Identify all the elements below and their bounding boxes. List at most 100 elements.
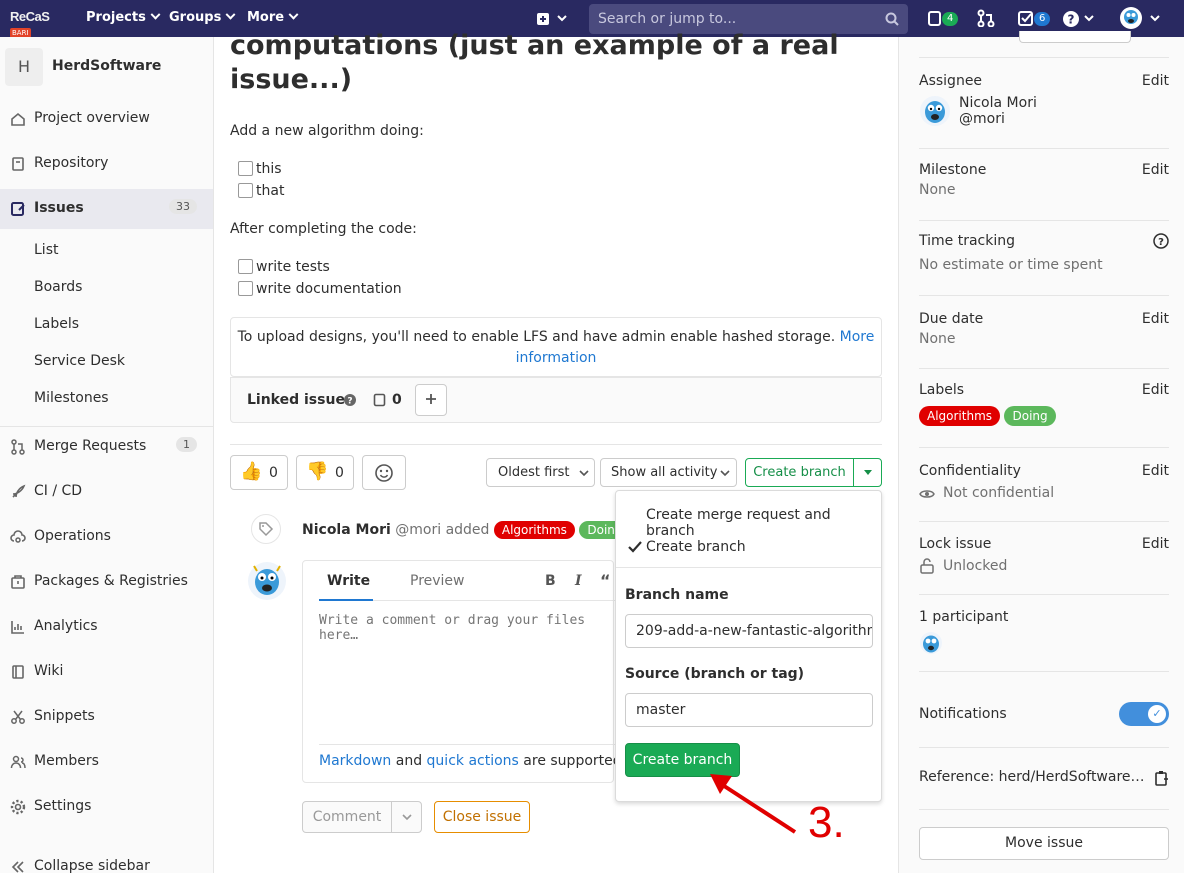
todos-shortcut[interactable]: 6 [1018, 9, 1051, 29]
sidebar-item-repository[interactable]: Repository [0, 144, 213, 184]
sidebar-item-wiki[interactable]: Wiki [0, 652, 213, 692]
sidebar-item-merge-requests[interactable]: Merge Requests 1 [0, 427, 213, 467]
tab-preview[interactable]: Preview [410, 573, 465, 589]
new-item-dropdown[interactable] [536, 9, 570, 29]
close-issue-button[interactable]: Close issue [434, 801, 530, 833]
user-menu[interactable] [1119, 6, 1163, 29]
collapse-sidebar-button[interactable]: Collapse sidebar [0, 847, 213, 887]
sidebar-item-label: Snippets [34, 708, 95, 724]
notifications-toggle[interactable]: ✓ [1119, 702, 1169, 726]
bold-icon[interactable]: B [545, 573, 556, 589]
label-badge-doing[interactable]: Doing [1004, 406, 1056, 426]
sidebar-subitem-milestones[interactable]: Milestones [34, 390, 109, 406]
sidebar-item-analytics[interactable]: Analytics [0, 607, 213, 647]
task-checkbox[interactable] [238, 281, 253, 296]
sidebar-item-label: Packages & Registries [34, 573, 188, 589]
issues-icon [928, 11, 941, 26]
create-branch-dropdown: Create merge request and branch Create b… [615, 490, 882, 802]
participant-avatar[interactable] [919, 631, 943, 655]
assignee-avatar[interactable] [919, 95, 951, 127]
quote-icon[interactable]: “ [600, 571, 611, 590]
source-input[interactable] [625, 693, 873, 727]
sidebar-item-members[interactable]: Members [0, 742, 213, 782]
milestone-edit-link[interactable]: Edit [1142, 162, 1169, 178]
option-create-mr-and-branch[interactable]: Create merge request and branch [646, 507, 881, 539]
tab-write[interactable]: Write [327, 573, 370, 589]
markdown-link[interactable]: Markdown [319, 753, 391, 769]
note-author[interactable]: Nicola Mori [302, 522, 391, 538]
task-checkbox[interactable] [238, 161, 253, 176]
sidebar-separator [919, 747, 1169, 748]
label-badge-algorithms[interactable]: Algorithms [919, 406, 1001, 426]
label-badge-algorithms[interactable]: Algorithms [493, 521, 575, 539]
help-menu[interactable]: ? [1063, 9, 1099, 29]
sidebar-item-project-overview[interactable]: Project overview [0, 99, 213, 139]
sidebar-separator [919, 447, 1169, 448]
lock-issue-block: Lock issue Edit Unlocked [919, 536, 1169, 574]
sidebar-separator [919, 220, 1169, 221]
assignee-name[interactable]: Nicola Mori [959, 95, 1037, 111]
thumbs-down-button[interactable]: 👎 0 [296, 455, 354, 490]
add-reaction-button[interactable] [362, 455, 406, 490]
lock-issue-edit-link[interactable]: Edit [1142, 536, 1169, 552]
dropdown-divider [616, 567, 881, 568]
move-issue-button[interactable]: Move issue [919, 827, 1169, 860]
design-upload-notice: To upload designs, you'll need to enable… [230, 317, 882, 377]
activity-filter-dropdown[interactable]: Show all activity [600, 458, 737, 487]
issue-title: computations (just an example of a real i… [230, 30, 839, 95]
top-action-button[interactable] [1019, 31, 1131, 43]
due-date-edit-link[interactable]: Edit [1142, 311, 1169, 327]
project-avatar[interactable]: H [5, 48, 43, 86]
issues-icon [11, 202, 25, 216]
comment-type-toggle[interactable] [391, 801, 422, 833]
labels-edit-link[interactable]: Edit [1142, 382, 1169, 398]
merge-requests-shortcut[interactable] [977, 9, 995, 29]
assignee-edit-link[interactable]: Edit [1142, 73, 1169, 89]
nav-more[interactable]: More [247, 9, 299, 25]
sidebar-item-snippets[interactable]: Snippets [0, 697, 213, 737]
nav-projects[interactable]: Projects [86, 9, 161, 25]
sidebar-separator [919, 594, 1169, 595]
sidebar-subitem-service-desk[interactable]: Service Desk [34, 353, 125, 369]
create-branch-button[interactable]: Create branch [745, 458, 854, 487]
sidebar-subitem-labels[interactable]: Labels [34, 316, 79, 332]
sort-dropdown[interactable]: Oldest first [486, 458, 595, 487]
question-circle-icon[interactable]: ? [1153, 233, 1169, 249]
project-name[interactable]: HerdSoftware [52, 58, 161, 74]
add-linked-issue-button[interactable] [415, 384, 447, 416]
due-date-title: Due date [919, 311, 984, 327]
merge-requests-count-pill: 1 [176, 437, 197, 452]
sidebar-item-packages-registries[interactable]: Packages & Registries [0, 562, 213, 602]
quick-actions-link[interactable]: quick actions [427, 753, 519, 769]
comment-textarea[interactable] [319, 613, 613, 743]
italic-icon[interactable]: I [575, 573, 582, 589]
sidebar-item-label: Wiki [34, 663, 64, 679]
sidebar-item-ci-cd[interactable]: CI / CD [0, 472, 213, 512]
thumbs-up-button[interactable]: 👍 0 [230, 455, 288, 490]
task-checkbox[interactable] [238, 259, 253, 274]
issues-shortcut[interactable]: 4 [928, 9, 959, 29]
sidebar-subitem-list[interactable]: List [34, 242, 58, 258]
sidebar-item-operations[interactable]: Operations [0, 517, 213, 557]
nav-groups[interactable]: Groups [169, 9, 236, 25]
task-checkbox[interactable] [238, 183, 253, 198]
comment-form: Write Preview B I “ Markdown and quick a… [302, 560, 622, 783]
todo-check-icon [1018, 11, 1033, 26]
sidebar-subitem-boards[interactable]: Boards [34, 279, 82, 295]
right-sidebar: Assignee Edit Nicola Mori @mori Mileston… [898, 31, 1184, 873]
left-sidebar: H HerdSoftware Project overview Reposito… [0, 37, 214, 874]
copy-clipboard-icon[interactable] [1155, 770, 1169, 786]
question-circle-icon[interactable]: ? [343, 393, 357, 407]
sidebar-item-label: Analytics [34, 618, 98, 634]
comment-button[interactable]: Comment [302, 801, 392, 833]
sidebar-item-issues[interactable]: Issues 33 [0, 189, 213, 229]
confidentiality-edit-link[interactable]: Edit [1142, 463, 1169, 479]
option-create-branch[interactable]: Create branch [646, 539, 746, 555]
due-date-block: Due date Edit None [919, 311, 1169, 347]
branch-name-input[interactable] [625, 614, 873, 648]
recas-logo[interactable]: ReCaSBARI [10, 9, 60, 38]
thumbs-down-icon: 👎 [306, 461, 329, 482]
time-tracking-title: Time tracking [919, 233, 1015, 249]
create-branch-toggle[interactable] [853, 458, 882, 487]
sidebar-item-settings[interactable]: Settings [0, 787, 213, 827]
